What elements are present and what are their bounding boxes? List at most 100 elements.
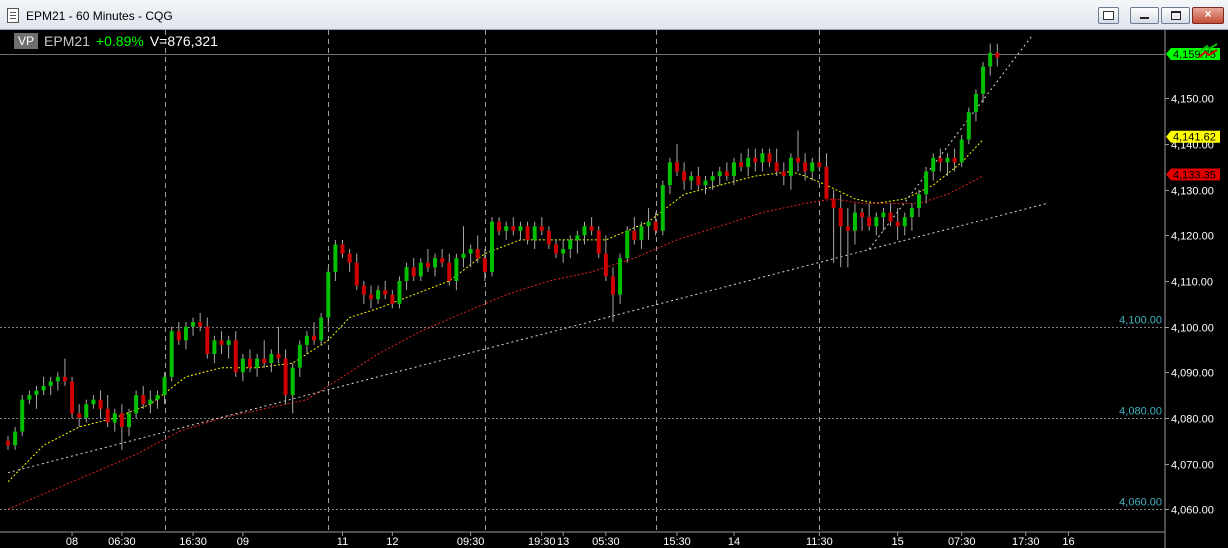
candle-body	[860, 212, 865, 218]
time-tick-label: 17:30	[1012, 536, 1040, 548]
price-tag-label: 4,133.35	[1173, 169, 1216, 181]
candle-body	[105, 408, 110, 423]
time-tick-label: 12	[386, 536, 398, 548]
price-tick-label: 4,120.00	[1171, 231, 1214, 243]
candle-body	[667, 162, 672, 186]
candle-body	[895, 221, 900, 227]
time-tick-label: 13	[557, 536, 569, 548]
candle-body	[98, 399, 103, 409]
candle-body	[418, 262, 423, 277]
candle-body	[532, 226, 537, 240]
candle-body	[269, 354, 274, 364]
candle-body	[205, 326, 210, 355]
candle-body	[219, 340, 224, 345]
candle-body	[361, 285, 366, 295]
candle-body	[233, 340, 238, 373]
chart-arrows-icon[interactable]	[1197, 43, 1219, 59]
candle-body	[454, 258, 459, 281]
percent-change: +0.89%	[95, 33, 144, 49]
candle-body	[489, 221, 494, 272]
candle-body	[433, 258, 438, 268]
candle-body	[397, 281, 402, 304]
candle-body	[91, 399, 96, 405]
candle-body	[781, 171, 786, 177]
close-icon: ×	[1204, 7, 1212, 21]
candle-body	[376, 290, 381, 300]
candle-body	[852, 212, 857, 231]
price-tag-label: 4,141.62	[1173, 132, 1216, 144]
candle-body	[518, 226, 523, 231]
candle-body	[938, 157, 943, 163]
candle-body	[447, 262, 452, 281]
candle-body	[731, 162, 736, 177]
candle-body	[340, 244, 345, 254]
candle-body	[603, 253, 608, 277]
candle-body	[212, 340, 217, 355]
candle-body	[312, 335, 317, 341]
candle-body	[917, 194, 922, 208]
price-tick-label: 4,130.00	[1171, 186, 1214, 198]
candle-body	[20, 399, 25, 432]
candle-body	[589, 226, 594, 231]
candle-body	[77, 413, 82, 418]
ma-fast-line	[7, 139, 984, 483]
time-tick-label: 16:30	[179, 536, 207, 548]
candle-body	[767, 153, 772, 163]
candle-body	[62, 376, 67, 382]
trendline-short-line	[868, 34, 1034, 250]
candle-body	[575, 235, 580, 240]
window-title: EPM21 - 60 Minutes - CQG	[26, 9, 173, 23]
candle-body	[703, 180, 708, 186]
candle-body	[746, 157, 751, 167]
time-tick-label: 15	[892, 536, 904, 548]
candle-body	[682, 171, 687, 181]
candle-body	[13, 431, 18, 446]
candle-body	[48, 381, 53, 386]
minimize-button[interactable]	[1130, 7, 1159, 24]
candle-body	[84, 404, 89, 418]
candle-body	[497, 221, 502, 231]
level-label: 4,060.00	[1119, 497, 1162, 509]
candle-body	[810, 162, 815, 172]
candle-body	[6, 440, 10, 446]
candle-body	[162, 376, 167, 396]
price-tick-label: 4,080.00	[1171, 414, 1214, 426]
link-window-button[interactable]	[1098, 7, 1119, 24]
candle-body	[845, 226, 850, 231]
candle-body	[660, 185, 665, 231]
candle-body	[333, 244, 338, 272]
chart-app-icon	[7, 8, 19, 23]
candle-body	[482, 258, 487, 272]
candle-body	[981, 66, 986, 94]
candle-body	[27, 395, 32, 400]
minimize-icon	[1140, 17, 1149, 19]
vp-badge[interactable]: VP	[14, 33, 39, 49]
candle-body	[461, 253, 466, 259]
ma-slow-line	[7, 175, 984, 510]
candle-body	[134, 395, 139, 414]
candle-body	[653, 221, 658, 231]
time-tick-label: 15:30	[663, 536, 691, 548]
time-tick-label: 11	[337, 536, 348, 548]
candle-body	[283, 358, 288, 396]
candle-body	[675, 162, 680, 172]
maximize-button[interactable]	[1161, 7, 1190, 24]
candle-body	[546, 230, 551, 245]
level-label: 4,100.00	[1119, 315, 1162, 327]
price-tick-label: 4,100.00	[1171, 323, 1214, 335]
link-icon	[1103, 11, 1114, 20]
candle-body	[55, 376, 60, 382]
time-tick-label: 16	[1062, 536, 1074, 548]
chart-area[interactable]: 4,100.00 4,080.00 4,060.00 4,060.00 4,070.00…	[0, 30, 1228, 548]
candle-body	[290, 367, 295, 396]
candle-body	[425, 262, 430, 268]
candle-body	[774, 162, 779, 172]
title-bar[interactable]: EPM21 - 60 Minutes - CQG ×	[0, 0, 1228, 30]
price-tick-label: 4,090.00	[1171, 368, 1214, 380]
candle-body	[383, 290, 388, 295]
candle-body	[169, 331, 174, 377]
price-chart[interactable]: 4,100.00 4,080.00 4,060.00 4,060.00 4,070.00…	[0, 30, 1228, 548]
close-button[interactable]: ×	[1192, 7, 1224, 24]
time-tick-label: 09	[237, 536, 249, 548]
candle-body	[70, 381, 75, 414]
